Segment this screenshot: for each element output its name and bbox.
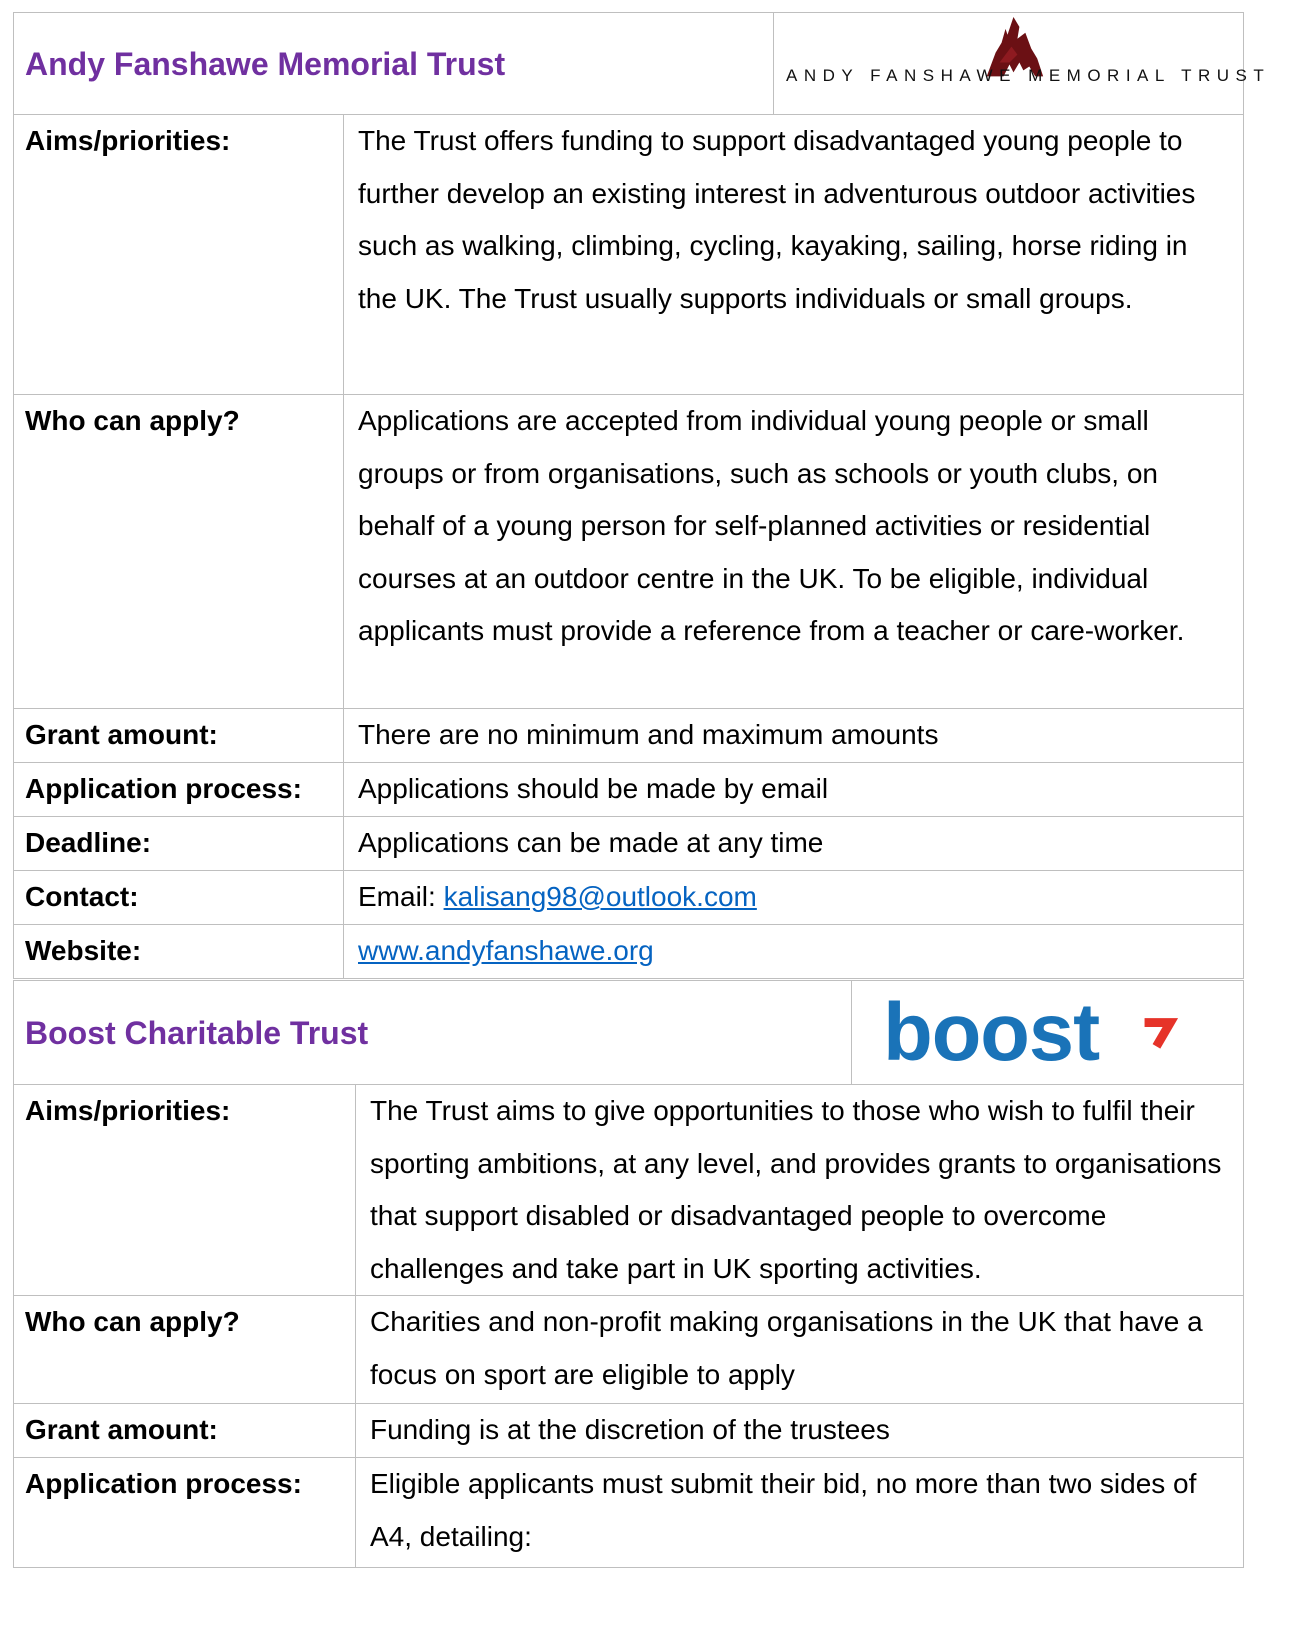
trust-logo-cell: boost xyxy=(851,980,1244,1085)
trust-logo-cell: ANDY FANSHAWE MEMORIAL TRUST xyxy=(773,12,1264,115)
row-value-application-process: Eligible applicants must submit their bi… xyxy=(355,1457,1244,1568)
row-value-who-can-apply: Charities and non-profit making organisa… xyxy=(355,1295,1244,1404)
contact-prefix: Email: xyxy=(358,881,444,912)
row-label-grant-amount: Grant amount: xyxy=(13,708,344,763)
row-label-contact: Contact: xyxy=(13,870,344,925)
document-page: Andy Fanshawe Memorial Trust ANDY FANSHA… xyxy=(0,0,1296,1644)
row-value-contact: Email: kalisang98@outlook.com xyxy=(342,870,1245,925)
row-value-grant-amount: Funding is at the discretion of the trus… xyxy=(355,1403,1244,1458)
row-value-aims: The Trust offers funding to support disa… xyxy=(342,114,1245,395)
trust-table-boost: Boost Charitable Trust boost Aims/priori… xyxy=(13,980,1244,1568)
trust-title-cell: Boost Charitable Trust xyxy=(13,980,852,1085)
row-label-who-can-apply: Who can apply? xyxy=(13,394,344,709)
trust-title: Andy Fanshawe Memorial Trust xyxy=(25,45,506,82)
row-label-grant-amount: Grant amount: xyxy=(13,1403,356,1458)
boost-logo-icon: boost xyxy=(883,987,1179,1078)
website-link[interactable]: www.andyfanshawe.org xyxy=(358,935,654,966)
trust-title-cell: Andy Fanshawe Memorial Trust xyxy=(12,12,775,115)
row-value-aims: The Trust aims to give opportunities to … xyxy=(355,1084,1244,1296)
row-value-grant-amount: There are no minimum and maximum amounts xyxy=(342,708,1245,763)
row-label-aims: Aims/priorities: xyxy=(13,114,344,395)
row-label-website: Website: xyxy=(13,924,344,979)
row-value-application-process: Applications should be made by email xyxy=(342,762,1245,817)
trust-title: Boost Charitable Trust xyxy=(25,1014,369,1051)
row-label-application-process: Application process: xyxy=(13,1457,356,1568)
row-label-who-can-apply: Who can apply? xyxy=(13,1295,356,1404)
trust-table-andy-fanshawe: Andy Fanshawe Memorial Trust ANDY FANSHA… xyxy=(12,12,1264,979)
row-value-website: www.andyfanshawe.org xyxy=(342,924,1245,979)
row-label-aims: Aims/priorities: xyxy=(13,1084,356,1296)
contact-email-link[interactable]: kalisang98@outlook.com xyxy=(444,881,757,912)
boost-logo-text: boost xyxy=(883,987,1100,1078)
row-value-who-can-apply: Applications are accepted from individua… xyxy=(342,394,1245,709)
afmt-logo-text: ANDY FANSHAWE MEMORIAL TRUST xyxy=(786,65,1271,85)
row-label-application-process: Application process: xyxy=(13,762,344,817)
row-label-deadline: Deadline: xyxy=(13,816,344,871)
row-value-deadline: Applications can be made at any time xyxy=(342,816,1245,871)
